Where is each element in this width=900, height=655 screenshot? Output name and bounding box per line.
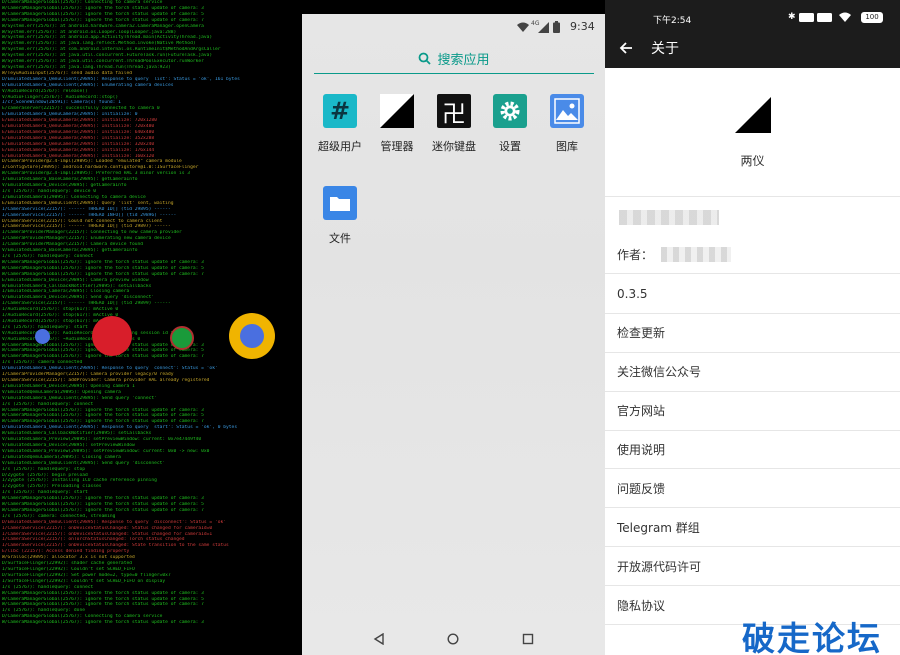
page-title: 关于: [651, 41, 679, 57]
app-gallery[interactable]: 图库: [537, 94, 597, 154]
website-row[interactable]: 官方网站: [605, 392, 900, 431]
battery-indicator: 100: [861, 12, 883, 23]
author-row: 作者：: [605, 236, 900, 274]
navigation-bar: [302, 622, 605, 655]
check-update-row[interactable]: 检查更新: [605, 314, 900, 353]
log-panel: D/CameraManagerGlobal(25767): Connecting…: [0, 0, 302, 655]
status-bar: 4G 9:34: [302, 14, 605, 42]
launcher-panel: 4G 9:34 搜索应用 # 超级用户 管理器 卍 迷你键盘 设置 图库 文件: [302, 0, 605, 655]
bluetooth-icon: ✱: [788, 12, 796, 22]
back-arrow-icon[interactable]: [619, 41, 633, 55]
swastika-keyboard-icon: 卍: [437, 94, 471, 128]
recents-icon[interactable]: [522, 633, 534, 645]
assistant-blue-dot[interactable]: [35, 329, 50, 344]
gallery-icon: [550, 94, 584, 128]
app-name: 两仪: [740, 154, 765, 168]
back-icon[interactable]: [373, 632, 385, 645]
author-blurred: [661, 247, 732, 262]
app-superuser[interactable]: # 超级用户: [310, 94, 370, 154]
wifi-icon: [517, 22, 529, 32]
app-mini-keyboard[interactable]: 卍 迷你键盘: [424, 94, 484, 154]
search-bar[interactable]: 搜索应用: [314, 44, 594, 74]
about-status-bar: 下午2:54 ✱ 100: [605, 0, 900, 28]
hash-icon: #: [323, 94, 357, 128]
search-placeholder: 搜索应用: [437, 53, 490, 68]
section-divider: [605, 196, 900, 197]
app-files[interactable]: 文件: [310, 186, 370, 246]
open-source-row[interactable]: 开放源代码许可: [605, 547, 900, 587]
gear-icon: [493, 94, 527, 128]
diagonal-half-icon: [380, 94, 414, 128]
wechat-row[interactable]: 关注微信公众号: [605, 353, 900, 392]
status-time: 9:34: [570, 20, 595, 33]
feedback-row[interactable]: 问题反馈: [605, 469, 900, 509]
assistant-green-dot[interactable]: [170, 326, 194, 350]
assistant-yellow-dot[interactable]: [229, 313, 275, 359]
folder-icon: [323, 186, 357, 220]
about-list: 0.3.5 检查更新 关注微信公众号 官方网站 使用说明 问题反馈 Telegram 群组开…: [605, 275, 900, 626]
blurred-name: [619, 210, 719, 225]
log-line: W/CameraManagerGlobal(25767): ignore the…: [2, 620, 204, 626]
app-manager[interactable]: 管理器: [367, 94, 427, 154]
assistant-red-dot[interactable]: [92, 316, 132, 356]
about-panel: 下午2:54 ✱ 100 关于 两仪 作者： 0.3.5 检查更新 关注微信公众号官…: [605, 0, 900, 655]
version-row: 0.3.5: [605, 275, 900, 314]
author-label: 作者：: [617, 248, 654, 262]
telegram-row[interactable]: Telegram 群组: [605, 508, 900, 548]
signal-icon: [538, 22, 549, 33]
app-logo: [735, 97, 771, 133]
app-settings[interactable]: 设置: [480, 94, 540, 154]
search-icon: [419, 52, 432, 65]
battery-icon: [553, 21, 560, 33]
battery-level: 100: [865, 13, 879, 21]
home-icon[interactable]: [447, 632, 459, 645]
signal-icon: [799, 13, 832, 22]
watermark: 破走论坛: [742, 619, 882, 655]
wifi-icon: [839, 12, 851, 22]
guide-row[interactable]: 使用说明: [605, 431, 900, 470]
about-status-time: 下午2:54: [653, 16, 692, 26]
top-black-bar: [302, 0, 605, 14]
app-bar: 关于: [605, 28, 900, 68]
